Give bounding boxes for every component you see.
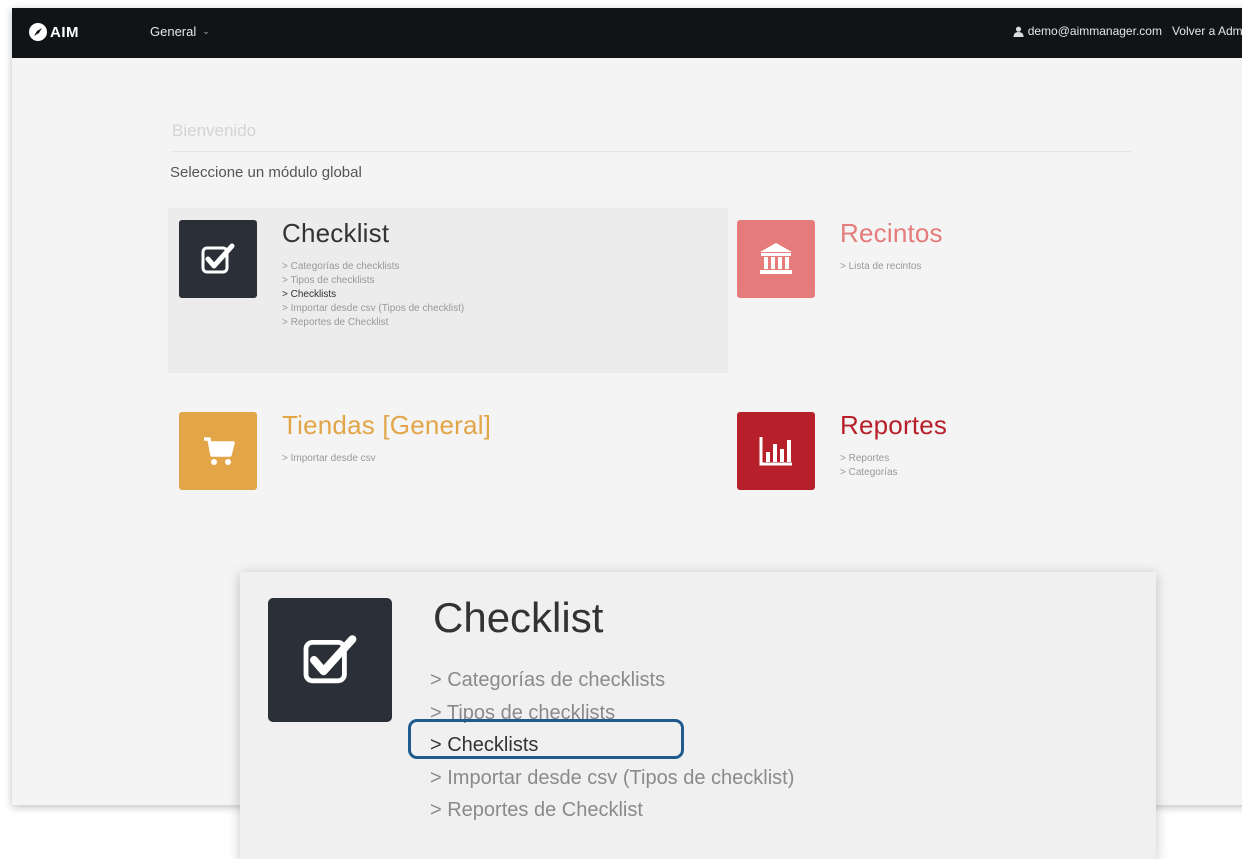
checkbox-icon	[201, 243, 235, 274]
link-checklists[interactable]: > Checklists	[282, 288, 464, 302]
compass-icon	[29, 23, 47, 41]
checklist-tile[interactable]	[179, 220, 257, 298]
module-checklist-links: > Categorías de checklists > Tipos de ch…	[282, 260, 464, 330]
module-tiendas: Tiendas [General] > Importar desde csv	[168, 400, 728, 510]
top-navbar: AIM General ⌄ demo@aimmanager.com Volver…	[12, 8, 1242, 58]
module-reportes-links: > Reportes > Categorías	[840, 452, 898, 480]
link-reportes-checklist[interactable]: > Reportes de Checklist	[282, 316, 464, 330]
link-importar-csv[interactable]: > Importar desde csv	[282, 452, 376, 466]
bar-chart-icon	[759, 437, 792, 466]
zoom-callout-checklist: Checklist > Categorías de checklists > T…	[240, 572, 1156, 859]
module-recintos: Recintos > Lista de recintos	[726, 208, 1146, 373]
link-tipos-checklists[interactable]: > Tipos de checklists	[282, 274, 464, 288]
zoom-checklist-tile[interactable]	[268, 598, 392, 722]
page-subtitle: Seleccione un módulo global	[170, 164, 362, 181]
breadcrumb: Bienvenido	[172, 121, 257, 140]
module-reportes-title[interactable]: Reportes	[840, 410, 947, 441]
logo-text: AIM	[50, 23, 79, 41]
link-categorias-checklists[interactable]: > Categorías de checklists	[282, 260, 464, 274]
back-to-admin-link[interactable]: Volver a Admin	[1172, 24, 1242, 38]
checklists-highlight-outline	[408, 719, 684, 759]
link-categorias[interactable]: > Categorías	[840, 466, 898, 480]
module-checklist-title[interactable]: Checklist	[282, 218, 389, 249]
tiendas-tile[interactable]	[179, 412, 257, 490]
general-dropdown[interactable]: General ⌄	[150, 24, 210, 39]
zoom-checklist-title[interactable]: Checklist	[433, 594, 603, 642]
user-icon	[1013, 26, 1024, 37]
link-importar-csv-tipos[interactable]: > Importar desde csv (Tipos de checklist…	[282, 302, 464, 316]
building-icon	[760, 243, 792, 274]
module-recintos-title[interactable]: Recintos	[840, 218, 943, 249]
zoom-link-categorias-checklists[interactable]: > Categorías de checklists	[430, 664, 794, 697]
user-email-link[interactable]: demo@aimmanager.com	[1028, 24, 1162, 38]
zoom-link-importar-csv-tipos[interactable]: > Importar desde csv (Tipos de checklist…	[430, 762, 794, 795]
link-reportes[interactable]: > Reportes	[840, 452, 898, 466]
module-reportes: Reportes > Reportes > Categorías	[726, 400, 1146, 510]
divider	[170, 151, 1132, 152]
module-recintos-links: > Lista de recintos	[840, 260, 921, 274]
link-lista-recintos[interactable]: > Lista de recintos	[840, 260, 921, 274]
module-tiendas-links: > Importar desde csv	[282, 452, 376, 466]
checkbox-icon	[303, 635, 357, 684]
module-checklist: Checklist > Categorías de checklists > T…	[168, 208, 728, 373]
user-area: demo@aimmanager.com Volver a Admin	[1013, 24, 1242, 38]
reportes-tile[interactable]	[737, 412, 815, 490]
module-tiendas-title[interactable]: Tiendas [General]	[282, 410, 491, 441]
chevron-down-icon: ⌄	[202, 26, 210, 36]
recintos-tile[interactable]	[737, 220, 815, 298]
general-dropdown-label: General	[150, 24, 197, 39]
app-logo[interactable]: AIM	[28, 22, 79, 42]
cart-icon	[204, 437, 235, 465]
zoom-link-reportes-checklist[interactable]: > Reportes de Checklist	[430, 794, 794, 827]
